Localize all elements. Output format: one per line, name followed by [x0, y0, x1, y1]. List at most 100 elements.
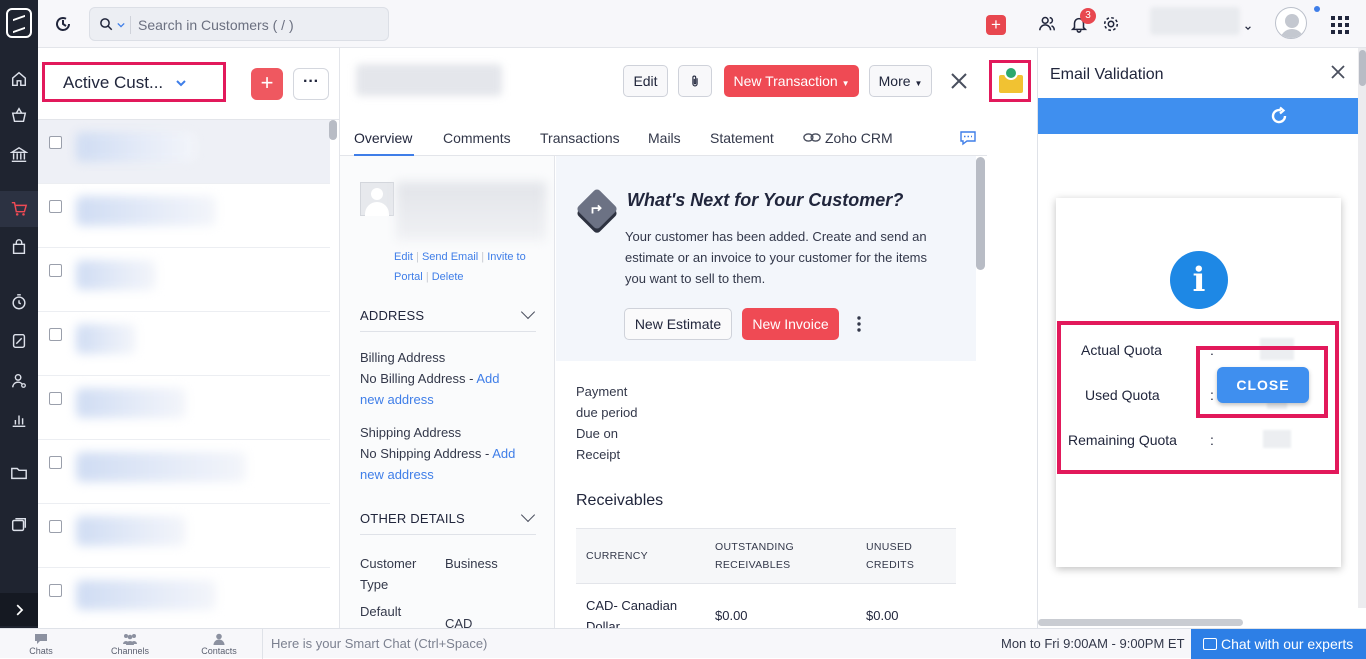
new-customer-button[interactable]: + — [251, 68, 283, 100]
more-actions-dropdown[interactable]: More ▼ — [869, 65, 932, 97]
col-outstanding-line1: OUTSTANDING — [715, 541, 794, 553]
new-transaction-dropdown[interactable]: New Transaction ▼ — [724, 65, 859, 97]
chevron-down-icon[interactable] — [520, 304, 536, 320]
app-launcher-grid-icon[interactable] — [1331, 16, 1349, 34]
panel-vertical-scrollbar[interactable] — [1358, 48, 1366, 608]
shipping-address-value: No Shipping Address - — [360, 446, 490, 461]
contacts-label: Contacts — [201, 646, 237, 656]
email-validation-extension-button[interactable] — [989, 60, 1031, 102]
smart-chat-placeholder: Here is your Smart Chat (Ctrl+Space) — [271, 636, 488, 651]
add-shipping-address-link[interactable]: Add — [492, 446, 515, 461]
panel-horizontal-scrollbar[interactable] — [1038, 619, 1243, 626]
tab-transactions[interactable]: Transactions — [540, 130, 620, 146]
row-checkbox[interactable] — [49, 584, 62, 597]
user-avatar[interactable] — [1275, 7, 1307, 39]
row-checkbox[interactable] — [49, 136, 62, 149]
banking-icon[interactable] — [8, 144, 30, 166]
list-item[interactable] — [38, 120, 330, 184]
panel-scroll-thumb[interactable] — [1359, 50, 1366, 86]
add-billing-address-link[interactable]: Add — [476, 371, 499, 386]
search-input[interactable]: Search in Customers ( / ) — [138, 17, 294, 33]
documents-folder-icon[interactable] — [8, 462, 30, 484]
sales-cart-icon[interactable] — [8, 198, 30, 220]
list-item[interactable] — [38, 376, 330, 440]
recent-history-icon[interactable] — [53, 14, 73, 34]
list-item[interactable] — [38, 312, 330, 376]
row-checkbox[interactable] — [49, 520, 62, 533]
row-checkbox[interactable] — [49, 328, 62, 341]
invite-to-portal-link-line2[interactable]: Portal — [394, 271, 423, 283]
reports-chart-icon[interactable] — [8, 409, 30, 431]
edit-button[interactable]: Edit — [623, 65, 668, 97]
list-item[interactable] — [38, 568, 330, 632]
list-item[interactable] — [38, 248, 330, 312]
invite-to-portal-link[interactable]: Invite to — [487, 251, 526, 263]
list-item[interactable] — [38, 504, 330, 568]
info-icon: i — [1170, 251, 1228, 309]
channels-button[interactable]: Channels — [100, 633, 160, 656]
send-email-link[interactable]: Send Email — [422, 251, 478, 263]
new-estimate-button[interactable]: New Estimate — [624, 308, 732, 340]
expand-rail-button[interactable] — [0, 593, 38, 626]
chats-button[interactable]: Chats — [11, 633, 71, 656]
contacts-button[interactable]: Contacts — [189, 633, 249, 656]
quick-create-button[interactable]: + — [986, 15, 1006, 35]
row-checkbox[interactable] — [49, 392, 62, 405]
customer-type-label: Customer Type — [360, 553, 416, 595]
settings-gear-icon[interactable] — [1102, 15, 1120, 33]
chat-comment-icon[interactable] — [959, 130, 977, 146]
row-checkbox[interactable] — [49, 264, 62, 277]
customer-name-redacted — [76, 132, 196, 162]
list-item[interactable] — [38, 184, 330, 248]
row-checkbox[interactable] — [49, 200, 62, 213]
organization-switcher[interactable] — [1150, 7, 1240, 35]
time-tracking-icon[interactable] — [8, 291, 30, 313]
accountant-icon[interactable] — [8, 330, 30, 352]
row-checkbox[interactable] — [49, 456, 62, 469]
refer-users-icon[interactable] — [1038, 15, 1056, 33]
add-billing-address-link-line2[interactable]: new address — [360, 392, 434, 407]
org-chevron-icon[interactable] — [1245, 19, 1251, 31]
remaining-quota-colon: : — [1210, 432, 1214, 448]
chevron-down-icon[interactable] — [117, 21, 125, 29]
customer-info-column: Edit | Send Email | Invite to Portal | D… — [340, 156, 555, 631]
smart-chat-input[interactable]: Here is your Smart Chat (Ctrl+Space) — [262, 629, 992, 659]
payment-label-line1: Payment — [576, 384, 628, 399]
new-invoice-button[interactable]: New Invoice — [742, 308, 839, 340]
kebab-menu-icon[interactable] — [857, 316, 861, 332]
close-button[interactable]: CLOSE — [1217, 367, 1309, 403]
chevron-down-icon[interactable] — [520, 507, 536, 523]
close-detail-icon[interactable] — [950, 72, 968, 90]
refresh-bar-button[interactable] — [1038, 98, 1358, 134]
tab-comments[interactable]: Comments — [443, 130, 511, 146]
apps-window-icon[interactable] — [8, 514, 30, 536]
chat-with-experts-button[interactable]: Chat with our experts — [1191, 629, 1366, 659]
tab-mails[interactable]: Mails — [648, 130, 681, 146]
whats-next-arrow-icon — [575, 187, 619, 231]
home-icon[interactable] — [8, 68, 30, 90]
payment-terms: Payment due period Due on Receipt — [576, 381, 637, 465]
contact-edit-link[interactable]: Edit — [394, 251, 413, 263]
tab-zoho-crm[interactable]: Zoho CRM — [825, 130, 893, 146]
top-bar: Search in Customers ( / ) + 3 — [38, 0, 1366, 48]
search-box[interactable]: Search in Customers ( / ) — [89, 7, 389, 41]
attachment-button[interactable] — [678, 65, 712, 97]
items-basket-icon[interactable] — [8, 104, 30, 126]
delete-contact-link[interactable]: Delete — [432, 271, 464, 283]
detail-scrollbar[interactable] — [976, 157, 985, 270]
app-logo-icon[interactable] — [6, 8, 32, 38]
add-shipping-address-link-line2[interactable]: new address — [360, 467, 434, 482]
tab-statement[interactable]: Statement — [710, 130, 774, 146]
view-selector-dropdown[interactable]: Active Cust... — [42, 62, 226, 102]
whats-next-title: What's Next for Your Customer? — [627, 190, 904, 210]
list-more-options-button[interactable]: ··· — [293, 68, 329, 100]
address-section-heading[interactable]: ADDRESS — [360, 308, 424, 323]
close-panel-icon[interactable] — [1330, 64, 1346, 80]
col-unused-line2: CREDITS — [866, 559, 915, 571]
tab-overview[interactable]: Overview — [354, 130, 412, 146]
list-item[interactable] — [38, 440, 330, 504]
other-details-heading[interactable]: OTHER DETAILS — [360, 511, 465, 526]
purchases-bag-icon[interactable] — [8, 236, 30, 258]
list-scrollbar[interactable] — [329, 120, 337, 140]
users-roles-icon[interactable] — [8, 370, 30, 392]
